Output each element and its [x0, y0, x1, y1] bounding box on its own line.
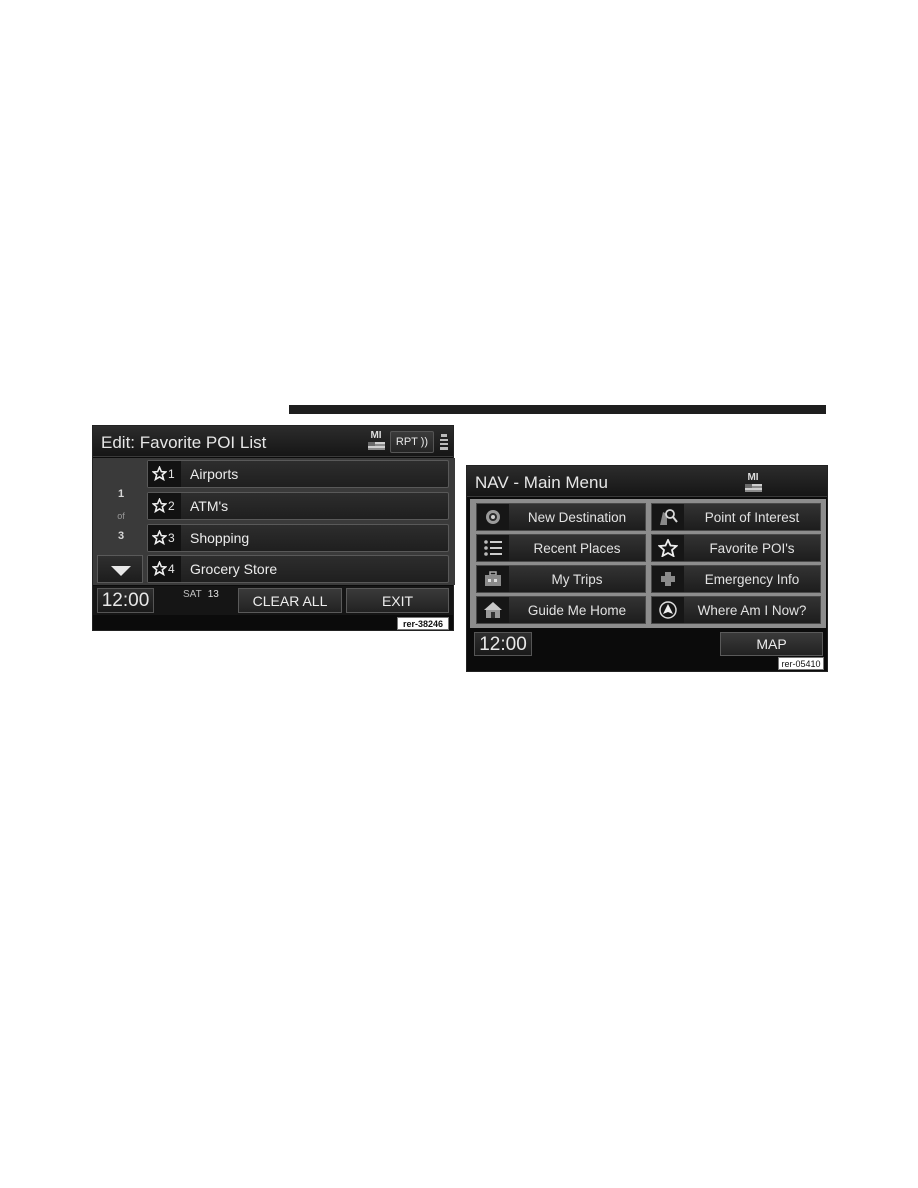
seat-icon	[440, 434, 448, 450]
point-of-interest-button[interactable]: Point of Interest	[651, 503, 821, 531]
button-label: Favorite POI's	[709, 541, 795, 556]
icon-cell	[477, 535, 509, 561]
nav-main-menu-screen: NAV - Main Menu MI New Destination Point…	[466, 465, 828, 672]
list-icon	[484, 540, 502, 556]
star-icon	[152, 530, 167, 545]
button-label: My Trips	[551, 572, 603, 587]
icon-cell: 3	[148, 525, 181, 551]
button-label: Emergency Info	[704, 572, 800, 587]
date-label: 13	[207, 589, 219, 600]
favorite-poi-screen: Edit: Favorite POI List MI RPT )) 1 of 3	[92, 425, 455, 631]
icon-cell: 4	[148, 556, 181, 582]
poi-list: 1 of 3 1 Airports 2 ATM's 3 Shopping 4 G…	[93, 458, 455, 585]
page-of-label: of	[117, 511, 125, 521]
page-title: NAV - Main Menu	[475, 473, 608, 492]
icon-cell	[652, 535, 684, 561]
button-label: Recent Places	[533, 541, 621, 556]
icon-cell: 1	[148, 461, 181, 487]
units-label: MI	[370, 430, 382, 441]
list-item[interactable]: 4 Grocery Store	[147, 555, 449, 583]
page-title: Edit: Favorite POI List	[101, 433, 267, 452]
target-icon	[486, 510, 500, 524]
recent-places-button[interactable]: Recent Places	[476, 534, 646, 562]
icon-cell	[477, 597, 509, 623]
briefcase-icon	[485, 571, 501, 586]
home-icon	[484, 602, 502, 618]
icon-cell	[477, 566, 509, 592]
flag-icon	[744, 484, 762, 492]
button-label: Point of Interest	[704, 510, 800, 525]
item-index: 1	[168, 467, 175, 481]
where-am-i-now-button[interactable]: Where Am I Now?	[651, 596, 821, 624]
repeat-button[interactable]: RPT ))	[390, 431, 434, 453]
map-button[interactable]: MAP	[720, 632, 823, 656]
item-label: Shopping	[190, 530, 250, 546]
item-label: Airports	[190, 466, 239, 482]
sound-waves-icon: ))	[420, 436, 429, 448]
button-label: New Destination	[527, 510, 627, 525]
day-label: SAT	[183, 589, 202, 600]
menu-grid: New Destination Point of Interest Recent…	[470, 499, 826, 628]
icon-cell	[652, 566, 684, 592]
figure-reference-tag: rer-05410	[778, 657, 824, 670]
flag-icon	[367, 442, 385, 450]
compass-arrow-icon	[659, 601, 677, 619]
clock-button[interactable]: 12:00	[474, 632, 532, 656]
button-label: Guide Me Home	[527, 603, 627, 618]
new-destination-button[interactable]: New Destination	[476, 503, 646, 531]
star-icon	[658, 539, 678, 557]
scroll-down-button[interactable]	[97, 555, 143, 583]
item-label: Grocery Store	[190, 561, 278, 577]
page-total: 3	[117, 530, 125, 542]
section-rule	[289, 405, 826, 414]
bottom-bar: 12:00 SAT 13 CLEAR ALL EXIT	[93, 586, 453, 615]
page-current: 1	[117, 488, 125, 500]
title-bar: Edit: Favorite POI List MI RPT ))	[93, 426, 453, 457]
units-badge: MI	[744, 472, 762, 494]
star-icon	[152, 498, 167, 513]
item-index: 2	[168, 499, 175, 513]
units-badge: MI	[367, 430, 385, 452]
plus-cross-icon	[661, 572, 675, 586]
icon-cell	[652, 504, 684, 530]
clear-all-button[interactable]: CLEAR ALL	[238, 588, 342, 613]
item-label: ATM's	[190, 498, 229, 514]
down-arrow-icon	[111, 566, 131, 576]
figure-reference-tag: rer-38246	[397, 617, 449, 630]
units-label: MI	[747, 472, 759, 483]
guide-me-home-button[interactable]: Guide Me Home	[476, 596, 646, 624]
title-bar: NAV - Main Menu MI	[467, 466, 827, 497]
poi-search-icon	[660, 509, 678, 525]
icon-cell	[652, 597, 684, 623]
exit-button[interactable]: EXIT	[346, 588, 449, 613]
favorite-pois-button[interactable]: Favorite POI's	[651, 534, 821, 562]
icon-cell	[477, 504, 509, 530]
list-item[interactable]: 3 Shopping	[147, 524, 449, 552]
list-item[interactable]: 1 Airports	[147, 460, 449, 488]
my-trips-button[interactable]: My Trips	[476, 565, 646, 593]
icon-cell: 2	[148, 493, 181, 519]
item-index: 4	[168, 562, 175, 576]
date-display: SAT 13	[183, 589, 219, 600]
button-label: Where Am I Now?	[697, 603, 807, 618]
star-icon	[152, 561, 167, 576]
emergency-info-button[interactable]: Emergency Info	[651, 565, 821, 593]
item-index: 3	[168, 531, 175, 545]
clock-button[interactable]: 12:00	[97, 588, 154, 613]
list-item[interactable]: 2 ATM's	[147, 492, 449, 520]
repeat-label: RPT	[395, 436, 418, 448]
star-icon	[152, 466, 167, 481]
